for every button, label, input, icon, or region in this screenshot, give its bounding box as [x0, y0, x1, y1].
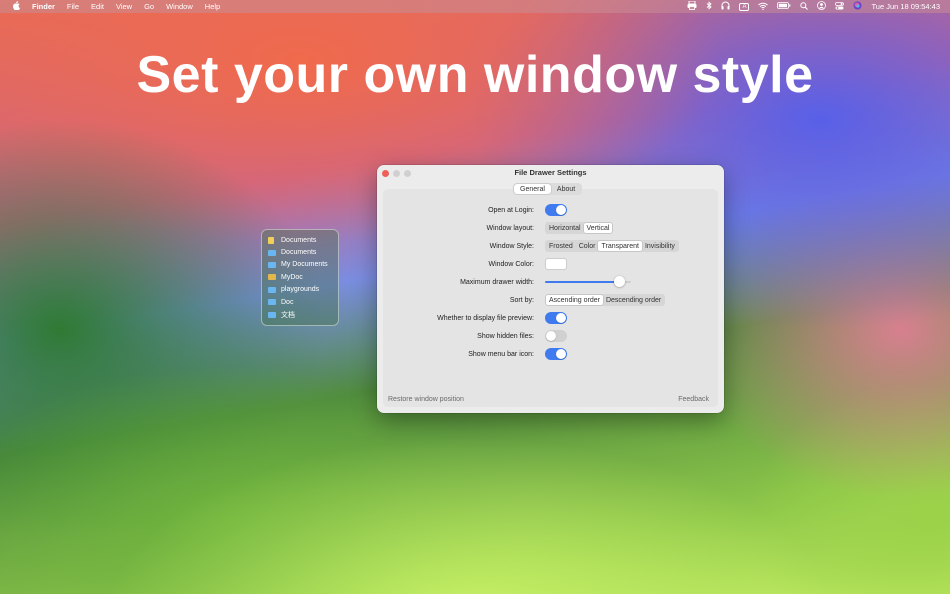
document-icon: [268, 236, 274, 244]
battery-icon[interactable]: [777, 2, 791, 11]
sort-ascending-option[interactable]: Ascending order: [546, 295, 603, 305]
drawer-item[interactable]: 文档: [268, 308, 332, 320]
drawer-item[interactable]: playgrounds: [268, 284, 332, 296]
file-drawer: Documents Documents My Documents MyDoc p…: [261, 229, 339, 326]
menu-window[interactable]: Window: [166, 2, 193, 11]
image-icon: [268, 274, 276, 281]
style-color-option[interactable]: Color: [576, 241, 599, 251]
menu-file[interactable]: File: [67, 2, 79, 11]
sort-by-segmented: Ascending order Descending order: [545, 294, 666, 306]
drawer-item-label: My Documents: [281, 261, 328, 269]
siri-icon[interactable]: [853, 1, 862, 12]
layout-vertical-option[interactable]: Vertical: [583, 223, 613, 233]
slider-fill: [545, 281, 620, 283]
menu-bar-icon-label: Show menu bar icon:: [468, 350, 534, 358]
window-color-label: Window Color:: [488, 260, 534, 268]
tab-bar: General About: [513, 183, 583, 195]
window-style-row: Window Style: Frosted Color Transparent …: [383, 239, 718, 253]
slider-knob[interactable]: [614, 276, 625, 287]
drawer-item[interactable]: Documents: [268, 234, 332, 246]
restore-position-button[interactable]: Restore window position: [388, 396, 464, 403]
drawer-item-label: 文档: [281, 311, 295, 319]
window-color-well[interactable]: [545, 258, 567, 270]
input-source-icon[interactable]: A: [739, 2, 750, 11]
feedback-button[interactable]: Feedback: [678, 396, 709, 403]
drawer-item[interactable]: MyDoc: [268, 271, 332, 283]
open-at-login-toggle[interactable]: [545, 204, 567, 216]
wifi-icon[interactable]: [758, 2, 769, 12]
settings-footer: Restore window position Feedback: [388, 396, 709, 403]
drawer-width-row: Maximum drawer width:: [383, 275, 718, 289]
hidden-files-toggle[interactable]: [545, 330, 567, 342]
layout-horizontal-option[interactable]: Horizontal: [546, 223, 584, 233]
general-panel: Open at Login: Window layout: Horizontal…: [383, 189, 718, 407]
headphones-icon[interactable]: [721, 1, 730, 12]
settings-window: File Drawer Settings Open at Login: Wind…: [377, 165, 724, 413]
minimize-button[interactable]: [393, 170, 400, 177]
menu-view[interactable]: View: [116, 2, 132, 11]
search-icon[interactable]: [800, 1, 809, 12]
menu-bar-icon-toggle[interactable]: [545, 348, 567, 360]
file-preview-label: Whether to display file preview:: [437, 314, 534, 322]
menu-go[interactable]: Go: [144, 2, 154, 11]
sort-by-row: Sort by: Ascending order Descending orde…: [383, 293, 718, 307]
control-center-icon[interactable]: [835, 1, 845, 12]
folder-icon: [268, 261, 276, 268]
open-at-login-row: Open at Login:: [383, 203, 718, 217]
printer-icon[interactable]: [687, 0, 697, 12]
window-color-row: Window Color:: [383, 257, 718, 271]
open-at-login-label: Open at Login:: [488, 206, 534, 214]
window-style-label: Window Style:: [489, 242, 534, 250]
bluetooth-icon[interactable]: [706, 1, 713, 12]
drawer-item[interactable]: My Documents: [268, 259, 332, 271]
menu-app-name[interactable]: Finder: [32, 2, 55, 11]
menu-bar: Finder File Edit View Go Window Help A T…: [0, 0, 950, 13]
user-icon[interactable]: [817, 1, 827, 12]
drawer-item-label: Doc: [281, 298, 294, 306]
drawer-item[interactable]: Doc: [268, 296, 332, 308]
hidden-files-label: Show hidden files:: [477, 332, 534, 340]
window-layout-row: Window layout: Horizontal Vertical: [383, 221, 718, 235]
window-layout-segmented: Horizontal Vertical: [545, 222, 614, 234]
style-invisibility-option[interactable]: Invisibility: [642, 241, 678, 251]
file-preview-row: Whether to display file preview:: [383, 311, 718, 325]
title-bar[interactable]: File Drawer Settings: [377, 165, 724, 181]
window-layout-label: Window layout:: [486, 224, 534, 232]
drawer-item-label: MyDoc: [281, 273, 303, 281]
apple-logo-icon[interactable]: [12, 1, 20, 12]
drawer-width-slider[interactable]: [545, 276, 631, 288]
menu-clock[interactable]: Tue Jun 18 09:54:43: [871, 2, 940, 11]
style-frosted-option[interactable]: Frosted: [546, 241, 576, 251]
style-transparent-option[interactable]: Transparent: [598, 241, 642, 251]
folder-icon: [268, 299, 276, 306]
menu-bar-icon-row: Show menu bar icon:: [383, 347, 718, 361]
drawer-item-label: playgrounds: [281, 286, 320, 294]
zoom-button[interactable]: [404, 170, 411, 177]
tab-general[interactable]: General: [514, 184, 551, 194]
sort-descending-option[interactable]: Descending order: [603, 295, 664, 305]
menu-edit[interactable]: Edit: [91, 2, 104, 11]
drawer-item[interactable]: Documents: [268, 246, 332, 258]
window-style-segmented: Frosted Color Transparent Invisibility: [545, 240, 679, 252]
sort-by-label: Sort by:: [509, 296, 534, 304]
promo-headline: Set your own window style: [136, 46, 814, 104]
close-button[interactable]: [382, 170, 389, 177]
file-preview-toggle[interactable]: [545, 312, 567, 324]
folder-icon: [268, 249, 276, 256]
tab-about[interactable]: About: [551, 184, 581, 194]
drawer-width-label: Maximum drawer width:: [460, 278, 534, 286]
window-title: File Drawer Settings: [514, 168, 587, 177]
folder-icon: [268, 286, 276, 293]
menu-help[interactable]: Help: [205, 2, 220, 11]
drawer-item-label: Documents: [281, 236, 317, 244]
hidden-files-row: Show hidden files:: [383, 329, 718, 343]
folder-icon: [268, 311, 276, 318]
drawer-item-label: Documents: [281, 249, 317, 257]
